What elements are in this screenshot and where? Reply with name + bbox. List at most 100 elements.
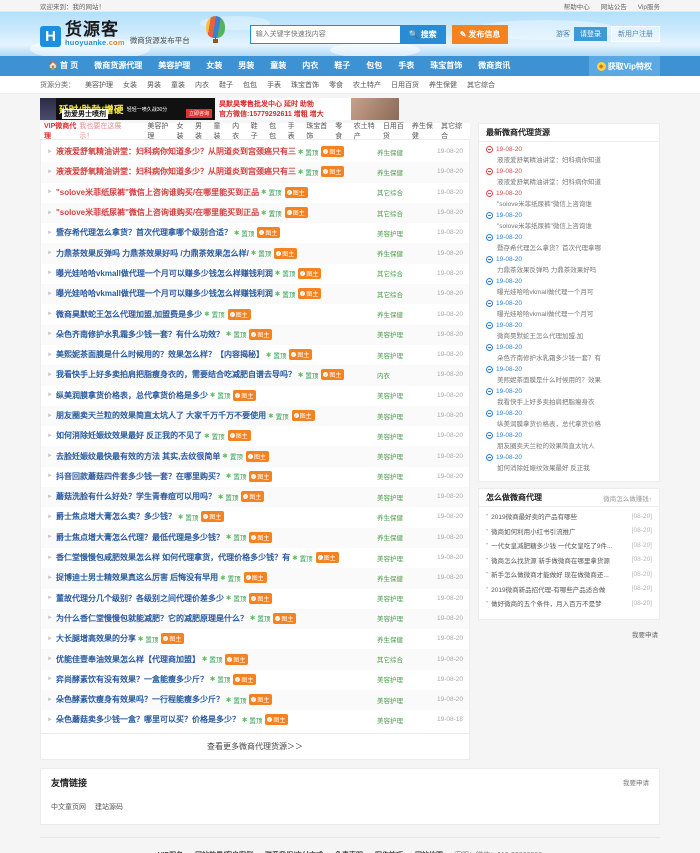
listing-category[interactable]: 内衣 (377, 370, 421, 380)
list-item[interactable]: • 做好微商的五个条件，月入百万不是梦 [08-20] (486, 598, 652, 609)
nav-item-bags[interactable]: 包包 (358, 56, 390, 76)
guide-text[interactable]: 2019微商新品招代理-有哪些产品适合做 (491, 584, 605, 594)
news-text[interactable]: 美熙妮茶面膜是什么时候用的？效果 (497, 374, 652, 384)
listing-category[interactable]: 养生保健 (377, 512, 421, 522)
list-item[interactable]: 19-08-20 暨存希代理怎么拿货？首次代理拿哪 (486, 234, 652, 252)
news-text[interactable]: 朋友圈卖天兰粒的效果简直太坑人 (497, 440, 652, 450)
listing-category[interactable]: 美容护理 (377, 715, 421, 725)
footer-link-sitemap[interactable]: 网站地图 (415, 850, 443, 853)
table-row[interactable]: ► "solove米菲纸尿裤"微信上咨询谁购买/在哪里能买到正品 ✱ 置顶 ✓ 图主 其它综… (41, 183, 469, 203)
vip-category-0[interactable]: 美容护理 (143, 121, 172, 141)
news-text[interactable]: 纵美润膜拿货价格表，总代拿货价格 (497, 418, 652, 428)
subnav-item-women[interactable]: 女装 (118, 80, 142, 90)
listing-title[interactable]: 香仁堂慢慢包咸肥效果怎么样 如何代理拿货，代理价格多少钱？有 (56, 552, 290, 563)
news-text[interactable]: 如何消除妊娠纹效果最好 反正我 (497, 462, 652, 472)
listing-category[interactable]: 美容护理 (377, 471, 421, 481)
list-item[interactable]: • 2019微商最好卖的产品有哪些 [08-20] (486, 511, 652, 522)
login-button[interactable]: 请登录 (574, 27, 607, 41)
footer-link-contact[interactable]: 联系我们/支付方式 (265, 850, 323, 853)
list-item[interactable]: 19-08-20 朵色齐南修护水乳霜多少钱一套？有 (486, 344, 652, 362)
ad-cta-button[interactable]: 立即咨询 (185, 109, 212, 118)
subnav-item-health[interactable]: 养生保健 (424, 80, 462, 90)
nav-item-shoes[interactable]: 鞋子 (326, 56, 358, 76)
news-text[interactable]: 液液爱舒氧精油讲堂：妇科病你知道 (497, 176, 652, 186)
listing-title[interactable]: 爵士焦点增大膏怎么卖？多少钱？ (56, 511, 176, 522)
listing-title[interactable]: 液液爱舒氧精油讲堂：妇科病你知道多少？从阴道炎到宫颈癌只有三 (56, 146, 296, 157)
table-row[interactable]: ► 去脸妊娠纹最快最有效的方法 其实,去纹很简单 ✱ 置顶 ✓ 图主 美容护理 19-08-2… (41, 446, 469, 467)
subnav-item-other[interactable]: 其它综合 (462, 80, 500, 90)
list-item[interactable]: 19-08-20 微商昊默蛇王怎么代理加盟,加 (486, 322, 652, 340)
listing-title[interactable]: 朵色齐南修护水乳霜多少钱一套？有什么功效？ (56, 329, 224, 340)
ad-banner-right[interactable]: 昊默昊零售批发中心 延时 助勃 官方微信:15779292611 增粗 增大 (219, 98, 399, 120)
listing-title[interactable]: 朵色蘑菇卖多少钱一盒？哪里可以买？价格是多少？ (56, 714, 240, 725)
listing-title[interactable]: 爵士焦点增大膏怎么代理？最低代理是多少钱？ (56, 532, 224, 543)
nav-item-underwear[interactable]: 内衣 (294, 56, 326, 76)
table-row[interactable]: ► 力鼎茶效果反弹吗 力鼎茶效果好吗 /力鼎茶效果怎么样/✱ 置顶 ✓ 图主 养生保健 19… (41, 243, 469, 264)
nav-item-home[interactable]: 🏠 首 页 (40, 56, 86, 76)
publish-button[interactable]: ✎ 发布信息 (451, 24, 509, 44)
list-item[interactable]: 19-08-20 曝光娃哈哈vkmall做代理一个月可 (486, 300, 652, 318)
table-row[interactable]: ► 弈尚酵素饮有没有效果？一盒能瘦多少斤？ ✱ 置顶 ✓ 图主 美容护理 19-08-20 (41, 670, 469, 690)
news-text[interactable]: 暨存希代理怎么拿货？首次代理拿哪 (497, 242, 652, 252)
listing-title[interactable]: "solove米菲纸尿裤"微信上咨询谁购买/在哪里能买到正品 (56, 187, 259, 198)
table-row[interactable]: ► 微商昊默蛇王怎么代理加盟,加盟费是多少 ✱ 置顶 ✓ 图主 养生保健 19-08-20 (41, 304, 469, 324)
listing-category[interactable]: 美容护理 (377, 674, 421, 684)
vip-category-13[interactable]: 其它综合 (437, 121, 466, 141)
vip-category-8[interactable]: 珠宝首饰 (302, 121, 331, 141)
vip-category-3[interactable]: 童装 (210, 121, 229, 141)
nav-item-women[interactable]: 女装 (198, 56, 230, 76)
listing-category[interactable]: 美容护理 (377, 411, 421, 421)
listing-title[interactable]: 大长腿增高效果的分享 (56, 633, 136, 644)
listing-category[interactable]: 美容护理 (377, 390, 421, 400)
list-item[interactable]: • 微商如何利用小红书引流推广 [08-20] (486, 526, 652, 536)
nav-item-beauty[interactable]: 美容护理 (150, 56, 198, 76)
subnav-item-underwear[interactable]: 内衣 (190, 80, 214, 90)
news-text[interactable]: 曝光娃哈哈vkmall做代理一个月可 (497, 308, 652, 318)
list-item[interactable]: • 一代女皇减肥糖多少钱 一代女皇吃了9件... [08-20] (486, 540, 652, 551)
guide-text[interactable]: 微商如何利用小红书引流推广 (491, 526, 576, 536)
listing-category[interactable]: 养生保健 (377, 634, 421, 644)
friend-links-apply[interactable]: 我要申请 (623, 777, 649, 787)
listing-category[interactable]: 美容护理 (377, 492, 421, 502)
list-item[interactable]: 19-08-20 我看快手上好多卖拍肩把脂瘦身衣 (486, 388, 652, 406)
news-text[interactable]: 液液爱舒氧精油讲堂：妇科病你知道 (497, 154, 652, 164)
list-item[interactable]: 19-08-20 如何消除妊娠纹效果最好 反正我 (486, 454, 652, 472)
news-text[interactable]: "solove米菲纸尿裤"微信上咨询谁 (497, 220, 652, 230)
vip-category-12[interactable]: 养生保健 (408, 121, 437, 141)
search-button[interactable]: 🔍 搜索 (399, 24, 446, 44)
table-row[interactable]: ► 如何消除妊娠纹效果最好 反正我的不见了 ✱ 置顶 ✓ 图主 美容护理 19-08-20 (41, 426, 469, 446)
table-row[interactable]: ► 为什么香仁堂慢慢包就能减肥？它的减肥原理是什么？ ✱ 置顶 ✓ 图主 美容护理 19-08… (41, 608, 469, 630)
vip-category-9[interactable]: 零食 (331, 121, 350, 141)
news-text[interactable]: 我看快手上好多卖拍肩把脂瘦身衣 (497, 396, 652, 406)
vip-category-2[interactable]: 男装 (191, 121, 210, 141)
subnav-item-beauty[interactable]: 美容护理 (80, 80, 118, 90)
listing-title[interactable]: 董故代理分几个级别？各级别之间代理价差多少 (56, 593, 224, 604)
search-input[interactable] (249, 24, 400, 44)
vip-category-5[interactable]: 鞋子 (247, 121, 266, 141)
vip-bar-subtitle[interactable]: 我也要在这展示！ (79, 121, 125, 141)
view-more-button[interactable]: 查看更多微商代理货源＞＞ (40, 733, 470, 760)
listing-title[interactable]: "solove米菲纸尿裤"微信上咨询谁购买/在哪里能买到正品 (56, 207, 259, 218)
table-row[interactable]: ► 暨存希代理怎么拿货？首次代理拿哪个级别合适？ ✱ 置顶 ✓ 图主 美容护理 19-08-2… (41, 223, 469, 243)
listing-category[interactable]: 其它综合 (377, 208, 421, 218)
listing-category[interactable]: 其它综合 (377, 187, 421, 197)
subnav-item-watches[interactable]: 手表 (262, 80, 286, 90)
guide-more-link[interactable]: 微商怎么做赚钱↑ (603, 493, 652, 503)
top-link-help[interactable]: 帮助中心 (564, 1, 590, 11)
listing-category[interactable]: 美容护理 (377, 553, 421, 563)
vip-category-4[interactable]: 内衣 (228, 121, 247, 141)
table-row[interactable]: ► 纵美润膜拿货价格表，总代拿货价格是多少 ✱ 置顶 ✓ 图主 美容护理 19-08-20 (41, 386, 469, 406)
listing-title[interactable]: 力鼎茶效果反弹吗 力鼎茶效果好吗 /力鼎茶效果怎么样/ (56, 248, 249, 259)
footer-link-disclaimer[interactable]: 免责声明 (335, 850, 363, 853)
top-link-vip[interactable]: Vip服务 (638, 1, 660, 11)
table-row[interactable]: ► 蘑菇洗脸有什么好处？学生青春痘可以用吗？ ✱ 置顶 ✓ 图主 美容护理 19-08-20 (41, 487, 469, 508)
table-row[interactable]: ► 爵士焦点增大膏怎么代理？最低代理是多少钱？ ✱ 置顶 ✓ 图主 养生保健 19-08-20 (41, 527, 469, 548)
guide-text[interactable]: 新手怎么做微商才能做好 现在做微商还... (491, 569, 609, 579)
listing-category[interactable]: 美容护理 (377, 329, 421, 339)
vip-category-7[interactable]: 手表 (284, 121, 303, 141)
subnav-item-kids[interactable]: 童装 (166, 80, 190, 90)
table-row[interactable]: ► 美熙妮茶面膜是什么时候用的？效果怎么样？【内容揭秘】 ✱ 置顶 ✓ 图主 美容护理 19-… (41, 345, 469, 365)
listing-category[interactable]: 养生保健 (377, 573, 421, 583)
nav-item-kids[interactable]: 童装 (262, 56, 294, 76)
ad-banner-left[interactable]: 延时/助勃/增硬 轻轻一喷久战30分 劲爱男士喷剂 立即咨询 (40, 98, 215, 120)
